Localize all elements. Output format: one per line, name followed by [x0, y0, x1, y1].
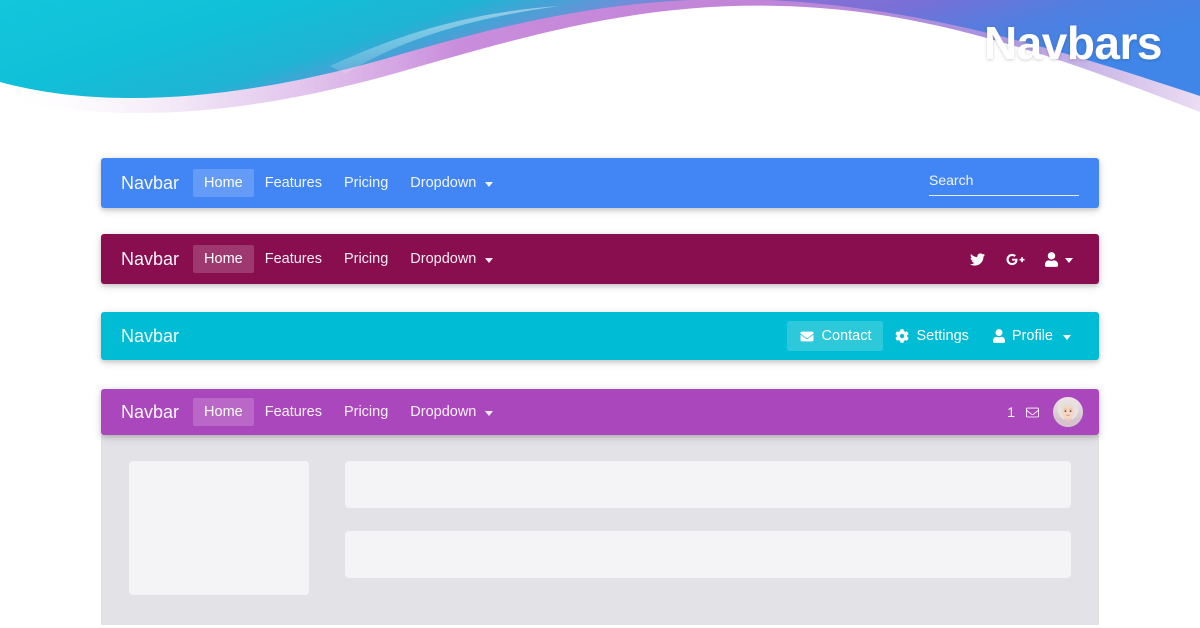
message-count: 1 — [1007, 404, 1015, 420]
nav-link-pricing[interactable]: Pricing — [333, 245, 399, 274]
navbar-cyan: Navbar Contact Settings Profile — [101, 312, 1099, 360]
navbar-gap-1 — [101, 208, 1099, 234]
navbar-gap-3 — [101, 360, 1099, 389]
navbar-maroon: Navbar Home Features Pricing Dropdown — [101, 234, 1099, 284]
chevron-down-icon — [485, 252, 494, 267]
chevron-down-icon — [485, 405, 494, 420]
placeholder-bar-1 — [345, 461, 1071, 508]
nav-link-pricing-label: Pricing — [343, 403, 389, 420]
navbar-maroon-links: Home Features Pricing Dropdown — [193, 244, 504, 274]
navbar-blue-right — [929, 170, 1083, 196]
user-icon[interactable] — [1035, 245, 1083, 273]
navbar-stack: Navbar Home Features Pricing Dropdown Se… — [101, 158, 1099, 435]
action-profile-label: Profile — [1011, 327, 1053, 344]
navbar-maroon-brand[interactable]: Navbar — [117, 246, 193, 272]
nav-link-features[interactable]: Features — [254, 169, 333, 198]
google-plus-icon[interactable] — [996, 246, 1035, 273]
nav-link-home[interactable]: Home — [193, 244, 254, 274]
search-input[interactable] — [929, 170, 1079, 196]
nav-link-home-label: Home — [204, 250, 243, 267]
envelope-icon — [799, 330, 815, 343]
nav-link-dropdown-label: Dropdown — [410, 250, 477, 267]
search-field-wrapper — [929, 170, 1079, 196]
action-settings[interactable]: Settings — [883, 321, 980, 352]
nav-link-dropdown[interactable]: Dropdown — [399, 169, 504, 198]
navbar-blue-brand[interactable]: Navbar — [117, 170, 193, 196]
page-title: Navbars — [983, 17, 1163, 69]
nav-link-pricing-label: Pricing — [343, 250, 389, 267]
navbar-purple-brand[interactable]: Navbar — [117, 399, 193, 425]
nav-link-features[interactable]: Features — [254, 245, 333, 274]
navbar-cyan-brand[interactable]: Navbar — [117, 323, 193, 349]
navbar-blue-links: Home Features Pricing Dropdown — [193, 168, 504, 198]
nav-link-features-label: Features — [264, 403, 322, 420]
action-contact-label: Contact — [821, 327, 872, 344]
navbar-purple: Navbar Home Features Pricing Dropdown 1 — [101, 389, 1099, 435]
nav-link-features-label: Features — [264, 250, 322, 267]
nav-link-home-label: Home — [204, 403, 243, 420]
action-profile[interactable]: Profile — [981, 321, 1083, 352]
navbar-gap-2 — [101, 284, 1099, 312]
navbar-maroon-right — [959, 245, 1083, 273]
action-contact[interactable]: Contact — [786, 320, 884, 352]
chevron-down-icon — [1065, 251, 1073, 267]
chevron-down-icon — [1063, 329, 1071, 344]
nav-link-features-label: Features — [264, 174, 322, 191]
user-avatar[interactable] — [1053, 397, 1083, 427]
twitter-icon[interactable] — [959, 246, 996, 273]
user-icon — [992, 329, 1005, 343]
placeholder-block-left — [129, 461, 309, 595]
navbar-purple-right: 1 — [1007, 397, 1083, 427]
gear-icon — [895, 329, 909, 343]
nav-link-pricing-label: Pricing — [343, 174, 389, 191]
nav-link-home[interactable]: Home — [193, 397, 254, 427]
hero-banner: Navbars — [0, 0, 1200, 130]
page-body: Navbar Home Features Pricing Dropdown Se… — [0, 158, 1200, 435]
placeholder-blocks-right — [345, 461, 1071, 595]
nav-link-dropdown-label: Dropdown — [410, 403, 477, 420]
envelope-icon[interactable] — [1022, 400, 1043, 425]
nav-link-dropdown[interactable]: Dropdown — [399, 245, 504, 274]
navbar-purple-links: Home Features Pricing Dropdown — [193, 397, 504, 427]
action-settings-label: Settings — [916, 327, 969, 344]
nav-link-features[interactable]: Features — [254, 398, 333, 427]
hero-spacer — [0, 130, 1200, 158]
nav-link-dropdown[interactable]: Dropdown — [399, 398, 504, 427]
nav-link-dropdown-label: Dropdown — [410, 174, 477, 191]
nav-link-pricing[interactable]: Pricing — [333, 398, 399, 427]
navbar-cyan-right: Contact Settings Profile — [786, 320, 1084, 352]
navbar-blue: Navbar Home Features Pricing Dropdown — [101, 158, 1099, 208]
content-placeholder-panel — [101, 435, 1099, 625]
chevron-down-icon — [485, 176, 494, 191]
nav-link-pricing[interactable]: Pricing — [333, 169, 399, 198]
placeholder-bar-2 — [345, 531, 1071, 578]
nav-link-home-label: Home — [204, 174, 243, 191]
nav-link-home[interactable]: Home — [193, 168, 254, 198]
